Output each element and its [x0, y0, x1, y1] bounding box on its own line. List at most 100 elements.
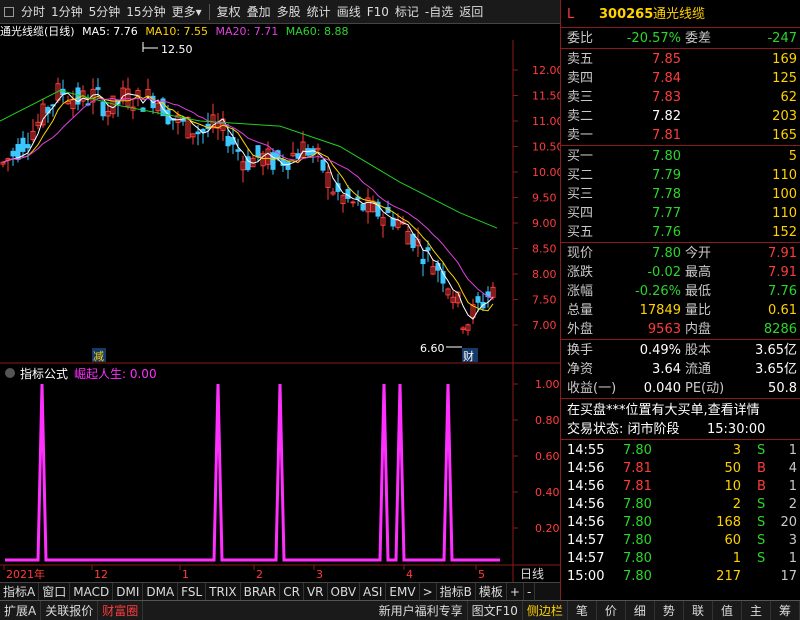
stat-value: 17849	[639, 303, 681, 318]
bid-label: 买一	[567, 149, 594, 164]
candle-body	[425, 247, 431, 251]
tick-volume: 2	[732, 497, 741, 512]
bid-price: 7.79	[652, 168, 681, 183]
indicator-tab[interactable]: OBV	[328, 582, 361, 601]
ma5-line	[2, 92, 494, 320]
tick-volume: 217	[716, 569, 741, 584]
indicator-tab[interactable]: -	[524, 582, 536, 601]
panel-divider	[561, 439, 800, 440]
fundamental-value: 50.8	[768, 381, 797, 396]
moving-averages	[0, 89, 498, 320]
stat-label: 内盘	[685, 322, 712, 337]
indicator-tab[interactable]: BRAR	[241, 582, 281, 601]
indicator-tab[interactable]: EMV	[386, 582, 420, 601]
time-tick-label: 5	[478, 568, 485, 581]
ask-label: 卖二	[567, 109, 594, 124]
tick-volume: 60	[724, 533, 741, 548]
indicator-tab[interactable]: TRIX	[206, 582, 241, 601]
stat-row: 现价 7.80 今开 7.91	[561, 244, 800, 263]
stock-code[interactable]: 300265	[599, 5, 653, 24]
tick-row: 14:57 7.80 1 S 1	[561, 549, 800, 568]
candle-body	[45, 107, 51, 114]
panel-divider	[561, 48, 800, 49]
tick-side: S	[757, 533, 766, 548]
status-shortcut-icon[interactable]: 筹	[771, 600, 800, 620]
price-tick-label: 9.50	[532, 192, 557, 205]
fundamental-label: 流通	[685, 362, 712, 377]
indicator-tab[interactable]: 窗口	[39, 582, 71, 601]
time-tick-label: 12	[94, 568, 108, 581]
bid-row: 买二 7.79 110	[561, 166, 800, 185]
bid-label: 买三	[567, 187, 594, 202]
trade-state-row: 交易状态: 闭市阶段 15:30:00	[561, 420, 800, 439]
tick-row: 14:56 7.80 168 S 20	[561, 513, 800, 532]
tick-time: 14:56	[567, 515, 605, 530]
fundamental-value: 3.65亿	[755, 362, 797, 377]
quote-panel: L 300265 通光线缆 委比 -20.57% 委差 -247 卖五 7.85 169 卖四 7.8…	[560, 0, 800, 600]
indicator-tab[interactable]: FSL	[178, 582, 207, 601]
candle-body	[320, 159, 326, 171]
ask-volume: 203	[772, 109, 797, 124]
status-middle-item[interactable]: 侧边栏	[523, 600, 568, 620]
ask-volume: 62	[780, 90, 797, 105]
tick-price: 7.80	[623, 497, 652, 512]
indicator-tab[interactable]: CR	[280, 582, 304, 601]
stock-flag: L	[567, 7, 575, 22]
status-shortcut-icon[interactable]: 联	[684, 600, 713, 620]
tick-price: 7.81	[623, 461, 652, 476]
bid-volume: 110	[772, 206, 797, 221]
weibi-value: -20.57%	[626, 31, 681, 46]
status-shortcut-icon[interactable]: 细	[626, 600, 655, 620]
fundamental-row: 换手 0.49% 股本 3.65亿	[561, 341, 800, 360]
status-shortcut-icon[interactable]: 主	[742, 600, 771, 620]
status-shortcut-icon[interactable]: 势	[655, 600, 684, 620]
indicator-tab[interactable]: ASI	[360, 582, 387, 601]
indicator-tick-label: 0.60	[535, 450, 560, 463]
stock-name[interactable]: 通光线缆	[653, 5, 705, 24]
status-shortcut-icon[interactable]: 价	[597, 600, 626, 620]
panel-divider	[561, 339, 800, 340]
candle-body	[95, 87, 101, 90]
kline-chart[interactable]: 12.0011.5011.0010.5010.009.509.008.508.0…	[0, 0, 560, 582]
tick-row: 14:55 7.80 3 S 1	[561, 441, 800, 460]
status-shortcut-icon[interactable]: 值	[713, 600, 742, 620]
indicator-tab[interactable]: >	[420, 582, 437, 601]
fundamental-row: 净资 3.64 流通 3.65亿	[561, 360, 800, 379]
ask-volume: 165	[772, 128, 797, 143]
bid-row: 买五 7.76 152	[561, 223, 800, 242]
indicator-tab[interactable]: 指标A	[0, 582, 40, 601]
big-order-link[interactable]: 在买盘***位置有大买单,查看详情	[567, 401, 760, 420]
stat-value: -0.02	[647, 265, 681, 280]
bid-price: 7.76	[652, 225, 681, 240]
tick-side: B	[757, 461, 766, 476]
weibi-label: 委比	[567, 31, 594, 46]
tick-side: S	[757, 515, 766, 530]
stat-label: 涨幅	[567, 284, 594, 299]
status-left-item[interactable]: 财富圈	[98, 600, 144, 620]
tick-row: 14:57 7.80 60 S 3	[561, 531, 800, 550]
indicator-tab[interactable]: 指标B	[437, 582, 476, 601]
status-middle-item[interactable]: 图文F10	[468, 600, 523, 620]
indicator-tab[interactable]: DMI	[113, 582, 144, 601]
stat-value: 7.76	[768, 284, 797, 299]
indicator-tab[interactable]: MACD	[70, 582, 114, 601]
indicator-tab[interactable]: 模板	[476, 582, 507, 601]
indicator-tab[interactable]: +	[507, 582, 524, 601]
weicha-label: 委差	[685, 31, 712, 46]
status-left-item[interactable]: 扩展A	[0, 600, 42, 620]
bid-label: 买四	[567, 206, 594, 221]
time-tick-label: 1	[182, 568, 189, 581]
indicator-tab[interactable]: DMA	[143, 582, 179, 601]
stat-value: -0.26%	[635, 284, 681, 299]
trade-state-label: 交易状态: 闭市阶段	[567, 422, 680, 437]
low-label: 6.60	[420, 342, 445, 355]
tick-count: 3	[788, 533, 797, 548]
status-shortcut-icon[interactable]: 笔	[568, 600, 597, 620]
ask-row: 卖四 7.84 125	[561, 69, 800, 88]
tick-time: 14:57	[567, 533, 605, 548]
candle-body	[475, 296, 481, 303]
indicator-tab[interactable]: VR	[304, 582, 328, 601]
status-middle-item[interactable]: 新用户福利专享	[375, 600, 468, 620]
status-left-item[interactable]: 关联报价	[41, 600, 99, 620]
stat-label: 量比	[685, 303, 712, 318]
